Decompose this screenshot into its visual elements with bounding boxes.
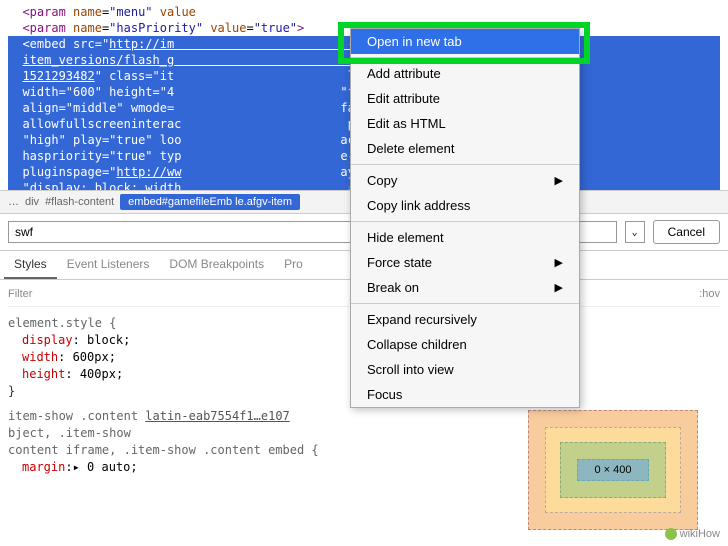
dropdown-toggle[interactable]: ⌄: [625, 221, 645, 243]
code-line: <param name="menu" value: [8, 4, 720, 20]
tab-dom-breakpoints[interactable]: DOM Breakpoints: [159, 251, 274, 279]
submenu-arrow-icon: ▶: [555, 281, 563, 294]
menu-open-new-tab[interactable]: Open in new tab: [351, 29, 579, 54]
css-selector[interactable]: item-show .content: [8, 409, 145, 423]
cancel-button[interactable]: Cancel: [653, 220, 720, 244]
context-menu: Open in new tab Add attribute Edit attri…: [350, 28, 580, 408]
box-model-content: 0 × 400: [577, 459, 648, 481]
wikihow-icon: [665, 528, 677, 540]
menu-separator: [351, 57, 579, 58]
menu-scroll-into-view[interactable]: Scroll into view: [351, 357, 579, 382]
css-brace: }: [8, 384, 15, 398]
menu-copy[interactable]: Copy▶: [351, 168, 579, 193]
breadcrumb-item[interactable]: #flash-content: [45, 196, 114, 208]
submenu-arrow-icon: ▶: [555, 174, 563, 187]
menu-expand-recursively[interactable]: Expand recursively: [351, 307, 579, 332]
css-selector[interactable]: element.style {: [8, 316, 116, 330]
menu-edit-html[interactable]: Edit as HTML: [351, 111, 579, 136]
submenu-arrow-icon: ▶: [555, 256, 563, 269]
css-value[interactable]: 600px: [73, 350, 109, 364]
css-value[interactable]: 400px: [80, 367, 116, 381]
css-prop[interactable]: height: [22, 367, 65, 381]
css-value[interactable]: ▸ 0 auto: [73, 460, 131, 474]
tab-properties[interactable]: Pro: [274, 251, 313, 279]
css-value[interactable]: block: [87, 333, 123, 347]
css-prop[interactable]: margin: [22, 460, 65, 474]
watermark-text: wikiHow: [680, 528, 720, 540]
filter-label[interactable]: Filter: [8, 288, 32, 300]
css-source-link[interactable]: latin-eab7554f1…e107: [145, 409, 290, 423]
menu-separator: [351, 221, 579, 222]
menu-break-on[interactable]: Break on▶: [351, 275, 579, 300]
menu-delete-element[interactable]: Delete element: [351, 136, 579, 161]
menu-add-attribute[interactable]: Add attribute: [351, 61, 579, 86]
breadcrumb-item[interactable]: div: [25, 196, 39, 208]
menu-edit-attribute[interactable]: Edit attribute: [351, 86, 579, 111]
menu-hide-element[interactable]: Hide element: [351, 225, 579, 250]
breadcrumb-item[interactable]: …: [8, 196, 19, 208]
breadcrumb-active[interactable]: embed#gamefileEmb le.afgv-item: [120, 194, 300, 210]
menu-collapse-children[interactable]: Collapse children: [351, 332, 579, 357]
css-selector[interactable]: content iframe, .item-show .content embe…: [8, 443, 319, 457]
tab-event-listeners[interactable]: Event Listeners: [57, 251, 160, 279]
css-prop[interactable]: display: [22, 333, 73, 347]
menu-separator: [351, 303, 579, 304]
hov-toggle[interactable]: :hov: [699, 288, 720, 300]
box-model: 0 × 400: [528, 410, 698, 530]
tab-styles[interactable]: Styles: [4, 251, 57, 279]
menu-force-state[interactable]: Force state▶: [351, 250, 579, 275]
css-prop[interactable]: width: [22, 350, 58, 364]
watermark: wikiHow: [665, 528, 720, 540]
css-selector[interactable]: bject, .item-show: [8, 426, 131, 440]
menu-focus[interactable]: Focus: [351, 382, 579, 407]
menu-separator: [351, 164, 579, 165]
menu-copy-link[interactable]: Copy link address: [351, 193, 579, 218]
